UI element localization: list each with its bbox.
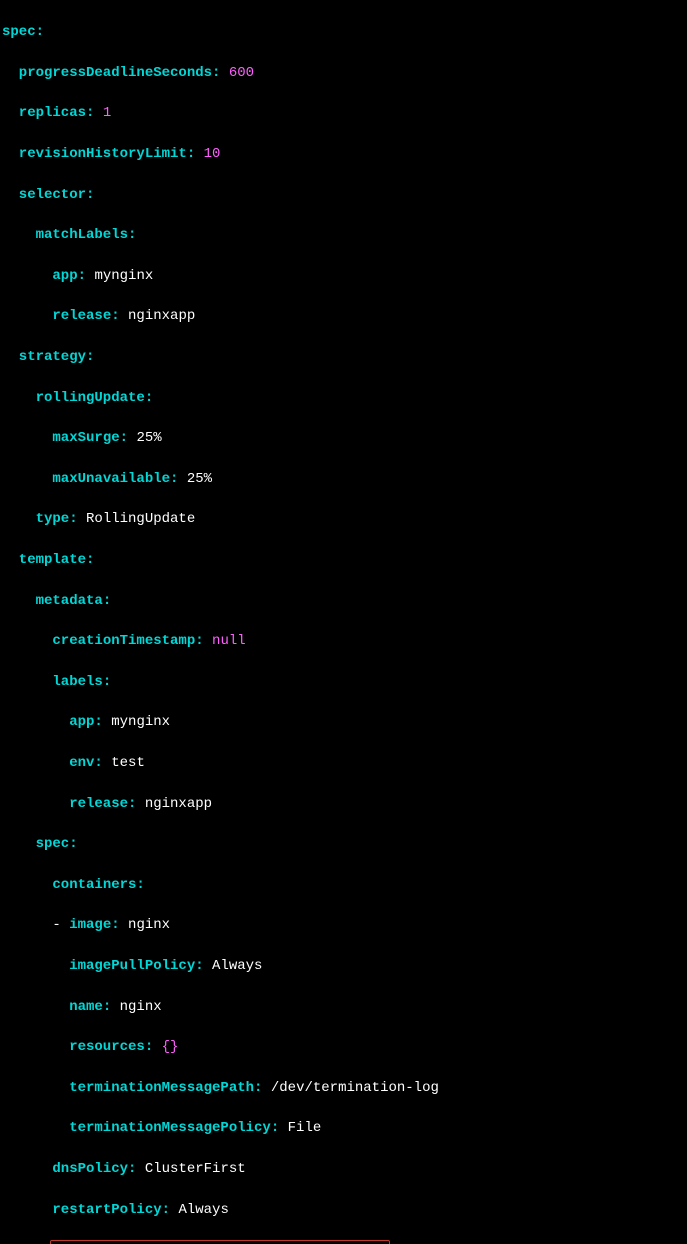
yaml-value: 600: [229, 65, 254, 81]
yaml-key: rollingUpdate: [36, 390, 145, 406]
yaml-line: labels:: [2, 672, 685, 692]
yaml-code-block: spec: progressDeadlineSeconds: 600 repli…: [2, 2, 685, 1244]
yaml-line: resources: {}: [2, 1037, 685, 1057]
yaml-line: replicas: 1: [2, 103, 685, 123]
yaml-line: selector:: [2, 185, 685, 205]
yaml-line: rollingUpdate:: [2, 388, 685, 408]
yaml-value: nginx: [120, 999, 162, 1015]
yaml-line: spec:: [2, 834, 685, 854]
yaml-value: null: [212, 633, 246, 649]
yaml-value: mynginx: [94, 268, 153, 284]
yaml-value: Always: [178, 1202, 228, 1218]
yaml-line: name: nginx: [2, 997, 685, 1017]
yaml-key: env: [69, 755, 94, 771]
yaml-key: dnsPolicy: [52, 1161, 128, 1177]
yaml-key: template: [19, 552, 86, 568]
yaml-key: name: [69, 999, 103, 1015]
yaml-key: image: [69, 917, 111, 933]
yaml-key: release: [69, 796, 128, 812]
yaml-value: 1: [103, 105, 111, 121]
yaml-key: terminationMessagePath: [69, 1080, 254, 1096]
yaml-key: app: [69, 714, 94, 730]
yaml-value: RollingUpdate: [86, 511, 195, 527]
yaml-line: - image: nginx: [2, 915, 685, 935]
yaml-line: strategy:: [2, 347, 685, 367]
yaml-key: resources: [69, 1039, 145, 1055]
yaml-value: mynginx: [111, 714, 170, 730]
yaml-key: app: [52, 268, 77, 284]
yaml-line: creationTimestamp: null: [2, 631, 685, 651]
yaml-value: {}: [162, 1039, 179, 1055]
yaml-value: 10: [204, 146, 221, 162]
yaml-dash: -: [52, 917, 69, 933]
yaml-line: matchLabels:: [2, 225, 685, 245]
yaml-line: progressDeadlineSeconds: 600: [2, 63, 685, 83]
highlight-box: schedulerName: default-scheduler: [50, 1240, 390, 1244]
yaml-line: metadata:: [2, 591, 685, 611]
yaml-key: maxSurge: [52, 430, 119, 446]
yaml-line: release: nginxapp: [2, 306, 685, 326]
yaml-value: 25%: [187, 471, 212, 487]
yaml-line: release: nginxapp: [2, 794, 685, 814]
yaml-line: containers:: [2, 875, 685, 895]
yaml-key: schedulerName: [53, 1243, 162, 1244]
yaml-value: ClusterFirst: [145, 1161, 246, 1177]
yaml-key: labels: [52, 674, 102, 690]
yaml-value: nginxapp: [145, 796, 212, 812]
yaml-key: revisionHistoryLimit: [19, 146, 187, 162]
yaml-line: imagePullPolicy: Always: [2, 956, 685, 976]
yaml-line: terminationMessagePath: /dev/termination…: [2, 1078, 685, 1098]
yaml-value: /dev/termination-log: [271, 1080, 439, 1096]
yaml-line: spec:: [2, 22, 685, 42]
yaml-line: app: mynginx: [2, 712, 685, 732]
yaml-key: imagePullPolicy: [69, 958, 195, 974]
yaml-line: restartPolicy: Always: [2, 1200, 685, 1220]
yaml-line: maxSurge: 25%: [2, 428, 685, 448]
yaml-value: default-scheduler: [179, 1243, 322, 1244]
yaml-value: test: [111, 755, 145, 771]
yaml-line: env: test: [2, 753, 685, 773]
yaml-key: strategy: [19, 349, 86, 365]
yaml-line: terminationMessagePolicy: File: [2, 1118, 685, 1138]
yaml-key: type: [36, 511, 70, 527]
yaml-key: containers: [52, 877, 136, 893]
yaml-value: 25%: [136, 430, 161, 446]
yaml-line: maxUnavailable: 25%: [2, 469, 685, 489]
yaml-key: terminationMessagePolicy: [69, 1120, 271, 1136]
yaml-value: nginxapp: [128, 308, 195, 324]
yaml-value: nginx: [128, 917, 170, 933]
yaml-key: restartPolicy: [52, 1202, 161, 1218]
yaml-value: File: [288, 1120, 322, 1136]
yaml-key: maxUnavailable: [52, 471, 170, 487]
yaml-key: replicas: [19, 105, 86, 121]
yaml-line: revisionHistoryLimit: 10: [2, 144, 685, 164]
yaml-value: Always: [212, 958, 262, 974]
yaml-line: app: mynginx: [2, 266, 685, 286]
yaml-line: template:: [2, 550, 685, 570]
yaml-key: selector: [19, 187, 86, 203]
yaml-key: release: [52, 308, 111, 324]
yaml-key: spec: [36, 836, 70, 852]
yaml-key: creationTimestamp: [52, 633, 195, 649]
yaml-line-highlighted: schedulerName: default-scheduler: [2, 1240, 685, 1244]
yaml-key: progressDeadlineSeconds: [19, 65, 212, 81]
yaml-line: type: RollingUpdate: [2, 509, 685, 529]
yaml-key: spec: [2, 24, 36, 40]
yaml-key: matchLabels: [36, 227, 128, 243]
yaml-key: metadata: [36, 593, 103, 609]
yaml-line: dnsPolicy: ClusterFirst: [2, 1159, 685, 1179]
